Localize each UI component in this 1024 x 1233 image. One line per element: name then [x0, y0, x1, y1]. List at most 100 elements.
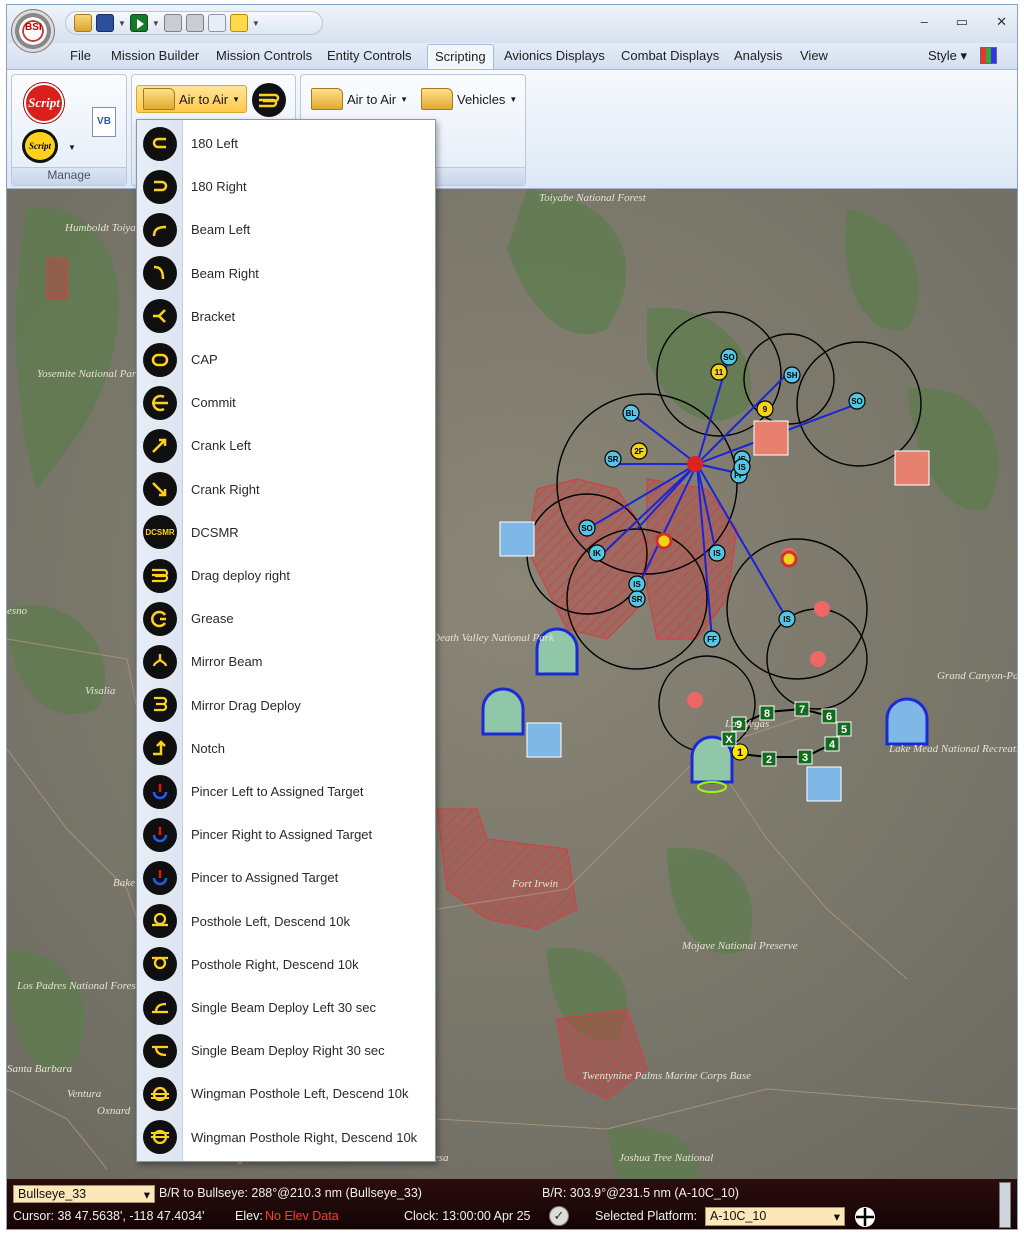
menu-item-posthole-right-descend-10k[interactable]: Posthole Right, Descend 10k	[137, 943, 435, 986]
tab-analysis[interactable]: Analysis	[734, 48, 782, 63]
unit-marker[interactable]: SO	[848, 392, 866, 410]
menu-item-crank-left[interactable]: Crank Left	[137, 424, 435, 467]
waypoint-marker[interactable]: 5	[836, 721, 852, 737]
chevron-down-icon: ▾	[143, 1188, 150, 1202]
unit-marker[interactable]: IS	[628, 575, 646, 593]
unit-marker[interactable]: IS	[778, 610, 796, 628]
unit-marker-label: SO	[723, 353, 735, 362]
menu-item-beam-right[interactable]: Beam Right	[137, 252, 435, 295]
menu-item-pincer-to-assigned-target[interactable]: Pincer to Assigned Target	[137, 856, 435, 899]
place-label: Joshua Tree National	[619, 1152, 713, 1164]
menu-item-label: Beam Left	[191, 222, 251, 238]
menu-item-wingman-posthole-right-descend-10k[interactable]: Wingman Posthole Right, Descend 10k	[137, 1116, 435, 1159]
unit-marker[interactable]: SH	[783, 366, 801, 384]
unit-marker[interactable]: SO	[720, 348, 738, 366]
menu-item-wingman-posthole-left-descend-10k[interactable]: Wingman Posthole Left, Descend 10k	[137, 1072, 435, 1115]
customize-qat-icon[interactable]: ▼	[252, 19, 260, 28]
tab-mission-builder[interactable]: Mission Builder	[111, 48, 199, 63]
unit-marker[interactable]: 11	[710, 363, 728, 381]
menu-item-drag-deploy-right[interactable]: Drag deploy right	[137, 554, 435, 597]
crank-right-icon	[143, 472, 177, 507]
menu-item-crank-right[interactable]: Crank Right	[137, 468, 435, 511]
status-scrollbar[interactable]	[999, 1182, 1011, 1228]
tab-mission-controls[interactable]: Mission Controls	[216, 48, 312, 63]
open-folder-icon[interactable]	[74, 14, 92, 32]
menu-item-label: Posthole Right, Descend 10k	[191, 956, 359, 972]
menu-item-single-beam-deploy-left-30-sec[interactable]: Single Beam Deploy Left 30 sec	[137, 986, 435, 1029]
tab-avionics-displays[interactable]: Avionics Displays	[504, 48, 605, 63]
menu-item-posthole-left-descend-10k[interactable]: Posthole Left, Descend 10k	[137, 900, 435, 943]
unit-marker-label: SH	[786, 371, 797, 380]
manage-group: Script Script ▼ VB Manage	[11, 74, 127, 186]
air-to-air-dropdown-button[interactable]: Air to Air ▼	[136, 85, 248, 113]
waypoint-marker[interactable]: X	[721, 731, 737, 747]
tab-entity-controls[interactable]: Entity Controls	[327, 48, 412, 63]
pause-icon[interactable]	[163, 14, 182, 32]
bullseye-select[interactable]: Bullseye_33 ▾	[13, 1185, 155, 1203]
menu-item-grease[interactable]: Grease	[137, 597, 435, 640]
vb-file-button[interactable]: VB	[92, 107, 116, 137]
minimize-button[interactable]: –	[921, 14, 928, 30]
menu-item-dcsmr[interactable]: DCSMR DCSMR	[137, 511, 435, 554]
menu-item-180-right[interactable]: 180 Right	[137, 165, 435, 208]
menu-item-cap[interactable]: CAP	[137, 338, 435, 381]
waypoint-marker[interactable]: 3	[797, 749, 813, 765]
unit-marker[interactable]: SR	[604, 450, 622, 468]
air-to-air-label: Air to Air	[179, 91, 229, 107]
unit-marker[interactable]: BL	[622, 404, 640, 422]
menu-item-beam-left[interactable]: Beam Left	[137, 208, 435, 251]
unit-marker-label: FF	[707, 635, 717, 644]
unit-marker[interactable]: 2F	[630, 442, 648, 460]
waypoint-marker[interactable]: 7	[794, 701, 810, 717]
app-logo[interactable]: BSI	[11, 9, 55, 53]
style-menu[interactable]: Style ▾	[928, 48, 967, 64]
pick-tool-icon[interactable]	[207, 14, 226, 32]
waypoint-marker[interactable]: 6	[821, 708, 837, 724]
tab-scripting[interactable]: Scripting	[427, 44, 494, 70]
menu-item-notch[interactable]: Notch	[137, 727, 435, 770]
play-icon[interactable]	[129, 14, 148, 32]
menu-item-label: Pincer to Assigned Target	[191, 870, 339, 886]
close-button[interactable]: ✕	[996, 14, 1007, 30]
menu-item-mirror-beam[interactable]: Mirror Beam	[137, 640, 435, 683]
chevron-down-icon[interactable]: ▼	[118, 19, 126, 28]
unit-marker[interactable]: IS	[708, 544, 726, 562]
stop-icon[interactable]	[185, 14, 204, 32]
menu-item-mirror-drag-deploy[interactable]: Mirror Drag Deploy	[137, 684, 435, 727]
manage-group-label: Manage	[12, 167, 126, 185]
menu-item-pincer-left-to-assigned-target[interactable]: Pincer Left to Assigned Target	[137, 770, 435, 813]
unit-marker[interactable]: SR	[628, 590, 646, 608]
script-button[interactable]: Script	[24, 83, 64, 123]
menu-item-bracket[interactable]: Bracket	[137, 295, 435, 338]
check-icon[interactable]: ✓	[549, 1206, 569, 1226]
menu-item-180-left[interactable]: 180 Left	[137, 122, 435, 165]
air-to-air-button[interactable]: Air to Air ▼	[305, 85, 414, 113]
drag-deploy-button[interactable]	[252, 83, 286, 117]
tab-view[interactable]: View	[800, 48, 828, 63]
unit-marker[interactable]: IS	[733, 458, 751, 476]
tab-combat-displays[interactable]: Combat Displays	[621, 48, 719, 63]
unit-marker[interactable]: IK	[588, 544, 606, 562]
menu-item-commit[interactable]: Commit	[137, 381, 435, 424]
crosshair-icon[interactable]	[855, 1207, 875, 1227]
waypoint-label: 3	[802, 752, 808, 764]
unit-marker[interactable]: FF	[703, 630, 721, 648]
tab-file[interactable]: File	[70, 48, 91, 63]
waypoint-marker[interactable]: 4	[824, 736, 840, 752]
chevron-down-icon[interactable]: ▼	[68, 143, 76, 152]
cursor-icon[interactable]	[229, 14, 248, 32]
menu-item-single-beam-deploy-right-30-sec[interactable]: Single Beam Deploy Right 30 sec	[137, 1029, 435, 1072]
unit-marker[interactable]: 9	[756, 400, 774, 418]
selected-platform-label: Selected Platform:	[595, 1209, 698, 1223]
waypoint-marker[interactable]: 2	[761, 751, 777, 767]
chevron-down-icon[interactable]: ▼	[152, 19, 160, 28]
selected-platform-select[interactable]: A-10C_10 ▾	[705, 1207, 845, 1226]
script-dropdown-button[interactable]: Script	[22, 129, 58, 163]
color-grid-icon[interactable]	[980, 47, 997, 64]
menu-item-pincer-right-to-assigned-target[interactable]: Pincer Right to Assigned Target	[137, 813, 435, 856]
bracket-icon	[143, 299, 177, 334]
vehicles-button[interactable]: Vehicles ▼	[415, 85, 523, 113]
maximize-button[interactable]: ▭	[956, 14, 968, 30]
save-icon[interactable]	[96, 14, 114, 32]
unit-marker[interactable]: SO	[578, 519, 596, 537]
